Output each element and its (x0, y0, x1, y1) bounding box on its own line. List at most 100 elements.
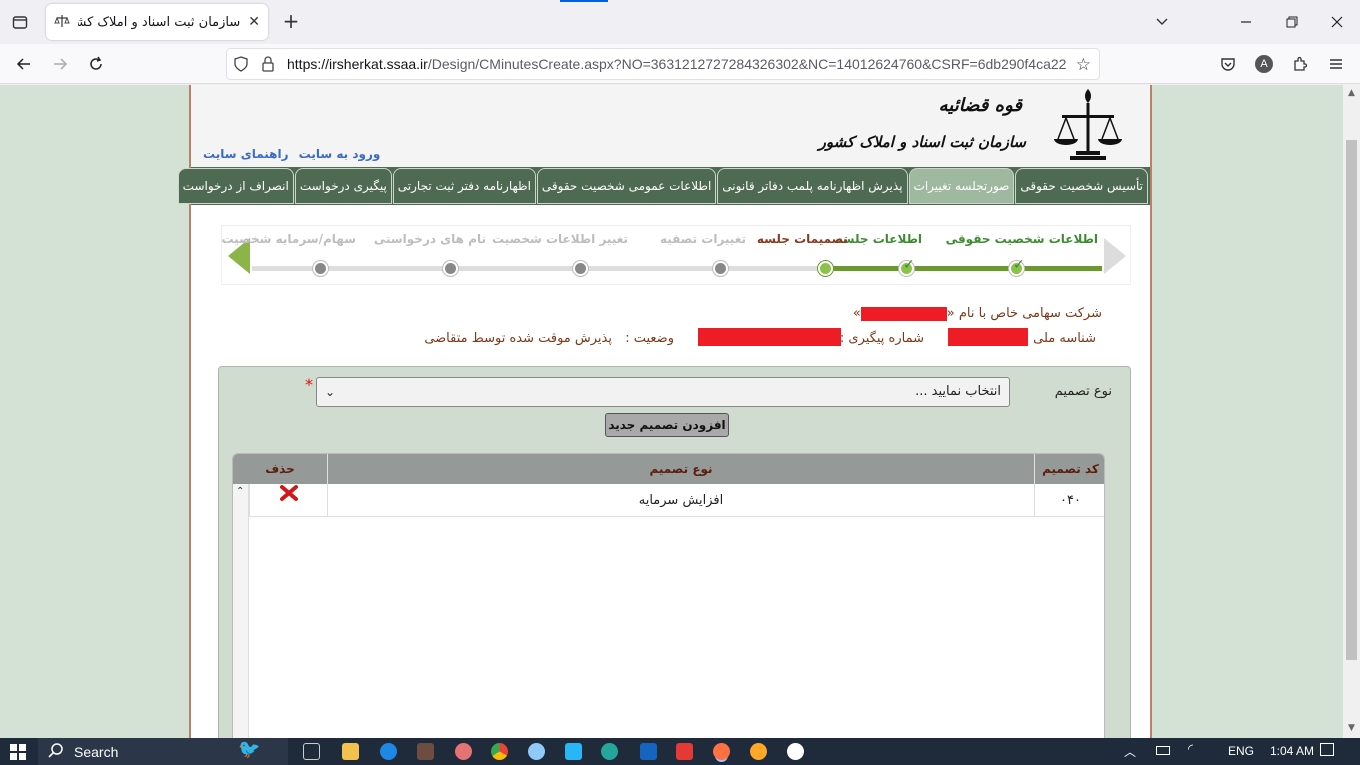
column-header-delete: حذف (265, 462, 295, 476)
scroll-down-arrow-icon[interactable]: ▼ (1346, 723, 1357, 735)
file-explorer-icon[interactable] (342, 743, 359, 760)
decision-type-select[interactable]: انتخاب نمایید ... ⌄ (316, 377, 1010, 407)
judiciary-emblem-icon (1048, 85, 1128, 163)
step-dot-2: ✓ (899, 257, 915, 276)
minimize-icon[interactable] (1234, 10, 1258, 34)
url-text[interactable]: https://irsherkat.ssaa.ir/Design/CMinute… (287, 56, 1067, 72)
browser-tab-bar: سازمان ثبت اسناد و املاک کشور | ... ✕ + (0, 0, 1360, 44)
checkmark-icon: ✓ (903, 257, 915, 273)
taskbar-search[interactable]: Search 🐦 (38, 738, 288, 765)
task-view-icon[interactable] (303, 743, 320, 760)
new-tab-button[interactable]: + (280, 11, 302, 33)
internet-explorer-icon[interactable] (380, 743, 397, 760)
status-label: وضعیت : (625, 331, 674, 346)
tab-title: سازمان ثبت اسناد و املاک کشور | ... (78, 14, 241, 30)
step-label-meeting-info[interactable]: اطلاعات جلسه (835, 232, 922, 246)
menu-item-establish-legal-entity[interactable]: تأسیس شخصیت حقوقی (1015, 168, 1148, 204)
menu-item-change-minutes[interactable]: صورتجلسه تغییرات (908, 168, 1015, 204)
firefox-icon[interactable] (713, 743, 730, 760)
menu-item-legal-entity-info[interactable]: اطلاعات عمومی شخصیت حقوقی (536, 168, 717, 204)
site-guide-link[interactable]: راهنمای سایت (203, 147, 288, 161)
app-icon-3[interactable] (528, 743, 545, 760)
forward-arrow-icon[interactable] (48, 52, 72, 76)
windows-taskbar: Search 🐦 ︿ ◜ ENG 1:04 AM (0, 738, 1360, 765)
decisions-table: کد تصمیم نوع تصمیم حذف ⌃ ۰۴۰ افزایش سرما… (232, 453, 1105, 738)
windows-start-icon[interactable] (10, 744, 26, 760)
company-name-prefix: شرکت سهامی خاص با نام « (946, 306, 1102, 321)
browser-tab[interactable]: سازمان ثبت اسناد و املاک کشور | ... ✕ (46, 4, 268, 40)
menu-item-ledger-seal-acceptance[interactable]: پذیرش اظهارنامه پلمب دفاتر قانونی (717, 168, 908, 204)
notifications-icon[interactable] (1320, 743, 1334, 756)
national-id-label: شناسه ملی : (1024, 331, 1096, 346)
scroll-up-arrow-icon[interactable]: ▲ (1346, 88, 1357, 100)
close-tab-icon[interactable]: ✕ (248, 14, 260, 30)
logo-text-organization: سازمان ثبت اسناد و املاک کشور (818, 133, 1026, 151)
delete-icon[interactable] (279, 485, 298, 507)
app-menu-icon[interactable] (1324, 52, 1348, 76)
shield-icon[interactable] (233, 56, 249, 75)
tray-chevron-up-icon[interactable]: ︿ (1124, 743, 1136, 760)
battery-icon[interactable] (1156, 746, 1170, 755)
account-avatar-icon[interactable]: A (1252, 52, 1276, 76)
restore-icon[interactable] (1280, 10, 1304, 34)
menu-item-track-request[interactable]: پیگیری درخواست (294, 168, 392, 204)
wifi-icon[interactable]: ◜ (1188, 742, 1193, 757)
address-bar[interactable]: https://irsherkat.ssaa.ir/Design/CMinute… (226, 48, 1100, 80)
back-arrow-icon[interactable] (12, 52, 36, 76)
tracking-number-label: شماره پیگیری : (839, 331, 924, 346)
step-dot-6 (443, 261, 458, 276)
menu-item-commercial-register-declaration[interactable]: اظهارنامه دفتر ثبت تجارتی (392, 168, 536, 204)
table-scrollbar[interactable]: ⌃ (233, 484, 249, 738)
row-decision-type: افزایش سرمایه (327, 484, 1034, 517)
step-label-liquidation-changes: تغییرات تصفیه (659, 232, 746, 246)
redacted-company-name (860, 306, 947, 321)
add-decision-button[interactable]: افزودن تصمیم جدید (605, 413, 729, 437)
app-icon-1[interactable] (417, 743, 434, 760)
page-viewport: قوه قضائیه سازمان ثبت اسناد و املاک کشور… (0, 85, 1343, 738)
app-icon-7[interactable] (750, 743, 767, 760)
required-marker: * (305, 375, 313, 394)
step-dot-3 (818, 261, 833, 276)
checkmark-icon: ✓ (1013, 257, 1025, 273)
app-icon-6[interactable] (676, 743, 693, 760)
menu-item-cancel-request[interactable]: انصراف از درخواست (177, 168, 294, 204)
step-dot-7 (313, 261, 328, 276)
lock-icon[interactable] (261, 56, 275, 75)
step-label-legal-entity-info[interactable]: اطلاعات شخصیت حقوقی (946, 232, 1098, 246)
redacted-national-id (948, 328, 1028, 346)
bookmark-star-icon[interactable]: ☆ (1076, 55, 1091, 75)
list-all-tabs-icon[interactable] (1150, 10, 1174, 34)
tab-loading-indicator (560, 0, 608, 2)
redacted-tracking-number (698, 328, 841, 346)
tab-list-icon[interactable] (8, 10, 32, 34)
main-menu: تأسیس شخصیت حقوقی صورتجلسه تغییرات پذیرش… (177, 167, 1150, 205)
chevron-down-icon: ⌄ (325, 385, 336, 399)
step-dot-4 (713, 261, 728, 276)
column-header-code: کد تصمیم (1034, 454, 1104, 484)
step-label-meeting-decisions[interactable]: تصمیمات جلسه (757, 232, 848, 246)
app-icon-8[interactable] (787, 743, 804, 760)
chrome-icon[interactable] (491, 743, 508, 760)
language-indicator[interactable]: ENG (1228, 744, 1254, 758)
stepper-next-arrow-icon[interactable] (1104, 238, 1126, 274)
login-link[interactable]: ورود به سایت (299, 147, 381, 161)
table-header: کد تصمیم نوع تصمیم حذف (233, 454, 1104, 484)
reload-icon[interactable] (84, 52, 108, 76)
pocket-icon[interactable] (1216, 52, 1240, 76)
page-scrollbar[interactable]: ▲ ▼ (1343, 85, 1360, 738)
site-favicon-icon (54, 13, 70, 32)
app-icon-2[interactable] (455, 743, 472, 760)
stepper-track (252, 266, 824, 271)
scroll-up-icon[interactable]: ⌃ (236, 486, 244, 497)
decision-type-selected-value: انتخاب نمایید ... (915, 384, 1001, 399)
edge-icon[interactable] (601, 743, 618, 760)
logo-text-judiciary: قوه قضائیه (938, 95, 1022, 116)
close-window-icon[interactable] (1325, 10, 1349, 34)
extensions-icon[interactable] (1288, 52, 1312, 76)
app-icon-4[interactable] (565, 743, 582, 760)
header-links: ورود به سایت راهنمای سایت (197, 147, 380, 161)
page-scroll-thumb[interactable] (1346, 140, 1357, 660)
status-value: پذیرش موقت شده توسط متقاضی (424, 331, 612, 346)
app-icon-5[interactable] (640, 743, 657, 760)
clock[interactable]: 1:04 AM (1270, 744, 1314, 758)
